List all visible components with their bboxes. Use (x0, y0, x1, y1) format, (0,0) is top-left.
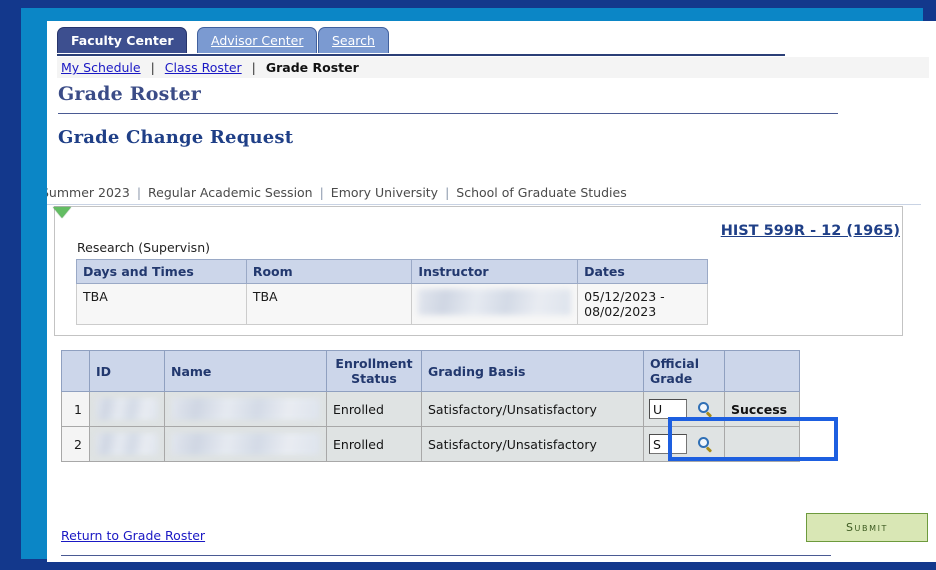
term-career: School of Graduate Studies (456, 185, 627, 200)
redacted-student-id (96, 433, 158, 455)
term-session: Regular Academic Session (148, 185, 313, 200)
term-separator: | (136, 185, 142, 200)
tab-search-label: Search (332, 33, 375, 48)
page-title-rule (58, 113, 838, 114)
roster-cell-enrollment-status: Enrolled (326, 391, 422, 427)
tab-advisor-center[interactable]: Advisor Center (197, 27, 318, 53)
return-to-grade-roster-link[interactable]: Return to Grade Roster (61, 528, 205, 543)
roster-cell-enrollment-status: Enrolled (326, 426, 422, 462)
magnifying-glass-icon[interactable] (697, 401, 713, 417)
redacted-student-name (171, 398, 320, 420)
roster-cell-id (89, 391, 165, 427)
lookup-handle (706, 445, 713, 452)
roster-header-official-grade: Official Grade (643, 350, 725, 392)
main-tab-strip: Faculty Center Advisor Center Search (57, 27, 797, 55)
breadcrumb-separator: | (150, 60, 155, 75)
roster-cell-official-grade (643, 391, 725, 427)
roster-header-row: ID Name Enrollment Status Grading Basis … (61, 350, 800, 392)
roster-header-id: ID (89, 350, 165, 392)
tab-faculty-center-label: Faculty Center (71, 33, 174, 48)
meeting-room: TBA (245, 283, 413, 325)
official-grade-input[interactable] (649, 434, 687, 454)
collapse-section-toggle[interactable] (53, 206, 75, 222)
footer-rule (61, 555, 831, 556)
window-outer-border: Faculty Center Advisor Center Search My … (0, 0, 936, 570)
roster-cell-name (164, 391, 327, 427)
window-inner-border: Faculty Center Advisor Center Search My … (21, 8, 936, 562)
redacted-instructor-name (418, 289, 572, 315)
roster-cell-status (724, 426, 800, 462)
meeting-table-header-row: Days and Times Room Instructor Dates (76, 259, 708, 284)
redacted-student-name (171, 433, 320, 455)
roster-header-name: Name (164, 350, 327, 392)
class-detail-panel: HIST 599R - 12 (1965) Research (Supervis… (53, 206, 903, 336)
meeting-header-instructor: Instructor (411, 259, 579, 284)
tab-advisor-center-label: Advisor Center (211, 33, 304, 48)
term-separator: | (445, 185, 450, 200)
breadcrumb-link-class-roster[interactable]: Class Roster (165, 60, 242, 75)
roster-cell-name (164, 426, 327, 462)
meeting-days-and-times: TBA (76, 283, 247, 325)
table-row: 1 Enrolled Satisfactory/Unsatisfactory U… (61, 391, 800, 427)
meeting-table-row: TBA TBA 05/12/2023 - 08/02/2023 (76, 283, 708, 325)
roster-cell-grading-basis: Satisfactory/Unsatisfactory (421, 391, 644, 427)
magnifying-glass-icon[interactable] (697, 436, 713, 452)
breadcrumb-link-my-schedule[interactable]: My Schedule (61, 60, 141, 75)
roster-header-row-number (61, 350, 90, 392)
roster-cell-id (89, 426, 165, 462)
official-grade-input[interactable] (649, 399, 687, 419)
redacted-student-id (96, 398, 158, 420)
table-row: 2 Enrolled Satisfactory/Unsatisfactory (61, 426, 800, 462)
term-separator: | (319, 185, 324, 200)
roster-row-number: 2 (61, 426, 90, 462)
term-name: Summer 2023 (47, 185, 130, 200)
meeting-header-room: Room (245, 259, 413, 284)
term-context-line: Summer 2023 | Regular Academic Session |… (47, 185, 921, 205)
roster-cell-status: Success (724, 391, 800, 427)
roster-header-grading-basis: Grading Basis (421, 350, 644, 392)
breadcrumb: My Schedule | Class Roster | Grade Roste… (57, 57, 929, 78)
meeting-pattern-table: Days and Times Room Instructor Dates TBA… (76, 259, 708, 325)
meeting-header-days-and-times: Days and Times (76, 259, 247, 284)
roster-header-status (724, 350, 800, 392)
breadcrumb-current-grade-roster: Grade Roster (265, 60, 359, 75)
meeting-header-dates: Dates (577, 259, 708, 284)
tab-search[interactable]: Search (318, 27, 389, 53)
meeting-dates: 05/12/2023 - 08/02/2023 (577, 283, 708, 325)
class-component-label: Research (Supervisn) (77, 240, 210, 255)
tab-faculty-center[interactable]: Faculty Center (57, 27, 188, 53)
page-content-area: Faculty Center Advisor Center Search My … (47, 21, 936, 562)
term-institution: Emory University (330, 185, 439, 200)
submit-button[interactable]: Submit (806, 513, 928, 542)
roster-row-number: 1 (61, 391, 90, 427)
meeting-instructor (411, 283, 579, 325)
class-link[interactable]: HIST 599R - 12 (1965) (721, 223, 900, 239)
roster-cell-grading-basis: Satisfactory/Unsatisfactory (421, 426, 644, 462)
roster-cell-official-grade (643, 426, 725, 462)
tab-strip-underline (57, 54, 785, 56)
page-subtitle: Grade Change Request (58, 127, 294, 148)
lookup-handle (706, 410, 713, 417)
breadcrumb-separator: | (251, 60, 256, 75)
green-down-triangle-icon (53, 207, 71, 218)
grade-roster-table: ID Name Enrollment Status Grading Basis … (61, 350, 800, 462)
roster-header-enrollment-status: Enrollment Status (326, 350, 422, 392)
page-title: Grade Roster (58, 83, 201, 105)
